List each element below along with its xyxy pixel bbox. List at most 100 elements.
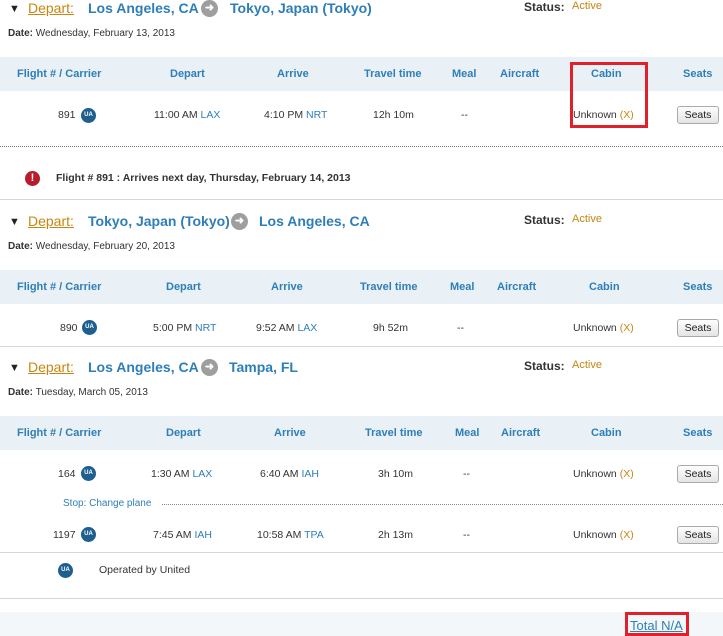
depart-time: 5:00 PM NRT <box>153 322 217 334</box>
col-depart: Depart <box>166 427 201 439</box>
col-meal: Meal <box>450 281 475 293</box>
divider <box>0 346 723 347</box>
col-flight: Flight # / Carrier <box>17 281 102 293</box>
col-depart: Depart <box>170 68 205 80</box>
flight-number: 891 <box>58 109 76 121</box>
seats-button[interactable]: Seats <box>677 526 719 544</box>
stop-divider <box>162 504 723 505</box>
arrow-right-icon: ➜ <box>201 0 218 17</box>
cabin-x-link[interactable]: (X) <box>620 468 634 480</box>
arrive-airport-code[interactable]: IAH <box>301 468 319 480</box>
col-travel-time: Travel time <box>360 281 418 293</box>
col-aircraft: Aircraft <box>497 281 537 293</box>
destination-city: Tampa, FL <box>229 359 298 375</box>
collapse-toggle[interactable]: ▼ <box>9 362 20 374</box>
meal: -- <box>461 109 468 121</box>
operated-by: Operated by United <box>99 564 191 576</box>
col-arrive: Arrive <box>274 427 306 439</box>
depart-time: 11:00 AM LAX <box>154 109 221 121</box>
origin-city: Los Angeles, CA <box>88 0 199 16</box>
united-logo-icon: UA <box>81 466 96 481</box>
trip-date: Date: Tuesday, March 05, 2013 <box>8 387 148 398</box>
arrow-right-icon: ➜ <box>201 359 218 376</box>
cabin: Unknown (X) <box>573 322 634 334</box>
date-label: Date: <box>8 28 34 39</box>
divider <box>0 552 723 553</box>
col-seats: Seats <box>683 427 713 439</box>
cabin: Unknown (X) <box>573 468 634 480</box>
col-arrive: Arrive <box>277 68 309 80</box>
arrive-airport-code[interactable]: NRT <box>306 109 327 121</box>
alert-icon: ! <box>25 171 40 186</box>
arrow-right-icon: ➜ <box>231 213 248 230</box>
arrive-time: 9:52 AM LAX <box>256 322 318 334</box>
cabin-x-link[interactable]: (X) <box>620 109 634 121</box>
stop-info: Stop: Change plane <box>63 498 152 509</box>
depart-time: 7:45 AM IAH <box>153 529 212 541</box>
divider <box>0 598 723 599</box>
total-link[interactable]: Total N/A <box>630 618 683 633</box>
depart-airport-code[interactable]: NRT <box>195 322 216 334</box>
status-value: Active <box>572 359 602 371</box>
col-travel-time: Travel time <box>365 427 423 439</box>
col-cabin: Cabin <box>591 427 622 439</box>
col-cabin: Cabin <box>589 281 620 293</box>
depart-airport-code[interactable]: LAX <box>201 109 221 121</box>
trip-date: Date: Wednesday, February 13, 2013 <box>8 28 175 39</box>
depart-airport-code[interactable]: LAX <box>192 468 212 480</box>
depart-link[interactable]: Depart: <box>28 0 74 16</box>
seats-button[interactable]: Seats <box>677 319 719 337</box>
col-aircraft: Aircraft <box>500 68 540 80</box>
travel-time: 12h 10m <box>373 109 414 121</box>
col-travel-time: Travel time <box>364 68 422 80</box>
arrive-airport-code[interactable]: LAX <box>297 322 317 334</box>
col-seats: Seats <box>683 281 713 293</box>
cabin-x-link[interactable]: (X) <box>620 322 634 334</box>
col-seats: Seats <box>683 68 713 80</box>
flight-number: 890 <box>60 322 78 334</box>
cabin: Unknown (X) <box>573 529 634 541</box>
date-label: Date: <box>8 387 34 398</box>
status-value: Active <box>572 0 602 12</box>
date-value: Wednesday, February 20, 2013 <box>35 241 175 252</box>
col-arrive: Arrive <box>271 281 303 293</box>
flight-number: 164 <box>58 468 76 480</box>
united-logo-icon: UA <box>81 108 96 123</box>
arrive-time: 10:58 AM TPA <box>257 529 324 541</box>
date-label: Date: <box>8 241 34 252</box>
divider <box>0 146 723 147</box>
trip-date: Date: Wednesday, February 20, 2013 <box>8 241 175 252</box>
depart-link[interactable]: Depart: <box>28 213 74 229</box>
status-value: Active <box>572 213 602 225</box>
col-flight: Flight # / Carrier <box>17 427 102 439</box>
destination-city: Los Angeles, CA <box>259 213 370 229</box>
total-bar <box>0 612 723 636</box>
seats-button[interactable]: Seats <box>677 465 719 483</box>
divider <box>0 199 723 200</box>
depart-airport-code[interactable]: IAH <box>194 529 212 541</box>
status-label: Status: <box>524 0 565 14</box>
united-logo-icon: UA <box>82 320 97 335</box>
col-depart: Depart <box>166 281 201 293</box>
col-meal: Meal <box>455 427 480 439</box>
depart-link[interactable]: Depart: <box>28 359 74 375</box>
col-flight: Flight # / Carrier <box>17 68 102 80</box>
collapse-toggle[interactable]: ▼ <box>9 3 20 15</box>
travel-time: 3h 10m <box>378 468 414 480</box>
depart-time: 1:30 AM LAX <box>151 468 213 480</box>
status-label: Status: <box>524 213 565 227</box>
col-meal: Meal <box>452 68 477 80</box>
origin-city: Los Angeles, CA <box>88 359 199 375</box>
arrive-time: 4:10 PM NRT <box>264 109 328 121</box>
cabin-x-link[interactable]: (X) <box>620 529 634 541</box>
collapse-toggle[interactable]: ▼ <box>9 216 20 228</box>
seats-button[interactable]: Seats <box>677 106 719 124</box>
arrive-airport-code[interactable]: TPA <box>304 529 324 541</box>
col-aircraft: Aircraft <box>501 427 541 439</box>
date-value: Tuesday, March 05, 2013 <box>35 387 148 398</box>
destination-city: Tokyo, Japan (Tokyo) <box>230 0 372 16</box>
united-logo-icon: UA <box>81 527 96 542</box>
flight-number: 1197 <box>53 529 76 541</box>
cabin: Unknown (X) <box>573 109 634 121</box>
travel-time: 2h 13m <box>378 529 414 541</box>
